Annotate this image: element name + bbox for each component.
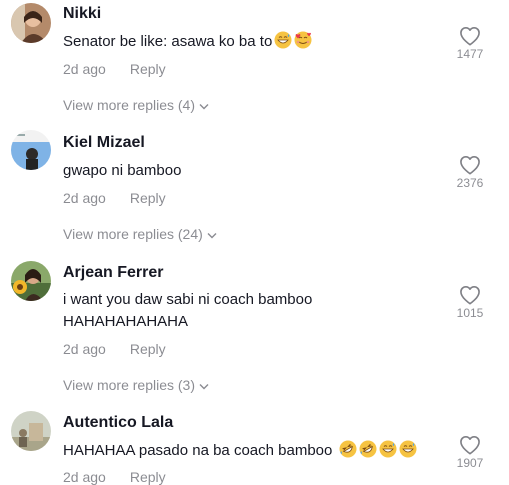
avatar-photo-icon xyxy=(11,261,51,301)
avatar[interactable] xyxy=(11,261,51,301)
grinning-sweat-emoji xyxy=(379,440,397,458)
comment-meta: 2d ago Reply xyxy=(63,190,166,206)
heart-outline-icon xyxy=(460,436,480,455)
reply-button[interactable]: Reply xyxy=(130,341,166,357)
chevron-down-icon xyxy=(199,383,209,390)
view-more-label: View more replies (4) xyxy=(63,97,196,113)
comment-meta: 2d ago Reply xyxy=(63,341,166,357)
rofl-emoji xyxy=(359,440,377,458)
heart-outline-icon xyxy=(460,286,480,305)
reply-button[interactable]: Reply xyxy=(130,190,166,206)
rofl-emoji xyxy=(339,440,357,458)
view-more-replies-button[interactable]: View more replies (3) xyxy=(63,377,209,393)
view-more-label: View more replies (24) xyxy=(63,226,203,242)
like-count: 1015 xyxy=(456,306,484,320)
reply-button[interactable]: Reply xyxy=(130,469,166,485)
like-count: 2376 xyxy=(456,176,484,190)
heart-outline-icon xyxy=(460,27,480,46)
like-button[interactable]: 2376 xyxy=(452,155,488,190)
avatar-photo-icon xyxy=(11,3,51,43)
comment-text: HAHAHAHAHAHA xyxy=(63,313,189,330)
reply-button[interactable]: Reply xyxy=(130,61,166,77)
avatar-photo-icon xyxy=(11,411,51,451)
like-button[interactable]: 1477 xyxy=(452,26,488,61)
comment-text: HAHAHAA pasado na ba coach bamboo xyxy=(63,440,417,462)
comment-username[interactable]: Autentico Lala xyxy=(63,414,173,432)
avatar[interactable] xyxy=(11,3,51,43)
chevron-down-icon xyxy=(207,232,217,239)
like-count: 1477 xyxy=(456,47,484,61)
comment-text: i want you daw sabi ni coach bamboo xyxy=(63,291,313,308)
avatar-photo-icon xyxy=(11,130,51,170)
smiling-hearts-emoji xyxy=(294,31,312,49)
comment-username[interactable]: Nikki xyxy=(63,5,101,23)
comment-text-body: HAHAHAA pasado na ba coach bamboo xyxy=(63,442,333,459)
like-button[interactable]: 1907 xyxy=(452,435,488,470)
comment-text: gwapo ni bamboo xyxy=(63,162,182,179)
avatar[interactable] xyxy=(11,411,51,451)
comment-text-body: Senator be like: asawa ko ba to xyxy=(63,33,273,50)
grinning-sweat-emoji xyxy=(399,440,417,458)
comment-time: 2d ago xyxy=(63,341,106,357)
view-more-replies-button[interactable]: View more replies (4) xyxy=(63,97,209,113)
grinning-sweat-emoji xyxy=(274,31,292,49)
comment-meta: 2d ago Reply xyxy=(63,469,166,485)
comment-username[interactable]: Kiel Mizael xyxy=(63,134,145,152)
comment-meta: 2d ago Reply xyxy=(63,61,166,77)
avatar[interactable] xyxy=(11,130,51,170)
like-button[interactable]: 1015 xyxy=(452,285,488,320)
comment-time: 2d ago xyxy=(63,190,106,206)
view-more-replies-button[interactable]: View more replies (24) xyxy=(63,226,217,242)
heart-outline-icon xyxy=(460,156,480,175)
comment-username[interactable]: Arjean Ferrer xyxy=(63,264,164,282)
chevron-down-icon xyxy=(199,103,209,110)
comment-time: 2d ago xyxy=(63,469,106,485)
like-count: 1907 xyxy=(456,456,484,470)
comment-time: 2d ago xyxy=(63,61,106,77)
comment-text: Senator be like: asawa ko ba to xyxy=(63,31,312,53)
view-more-label: View more replies (3) xyxy=(63,377,196,393)
